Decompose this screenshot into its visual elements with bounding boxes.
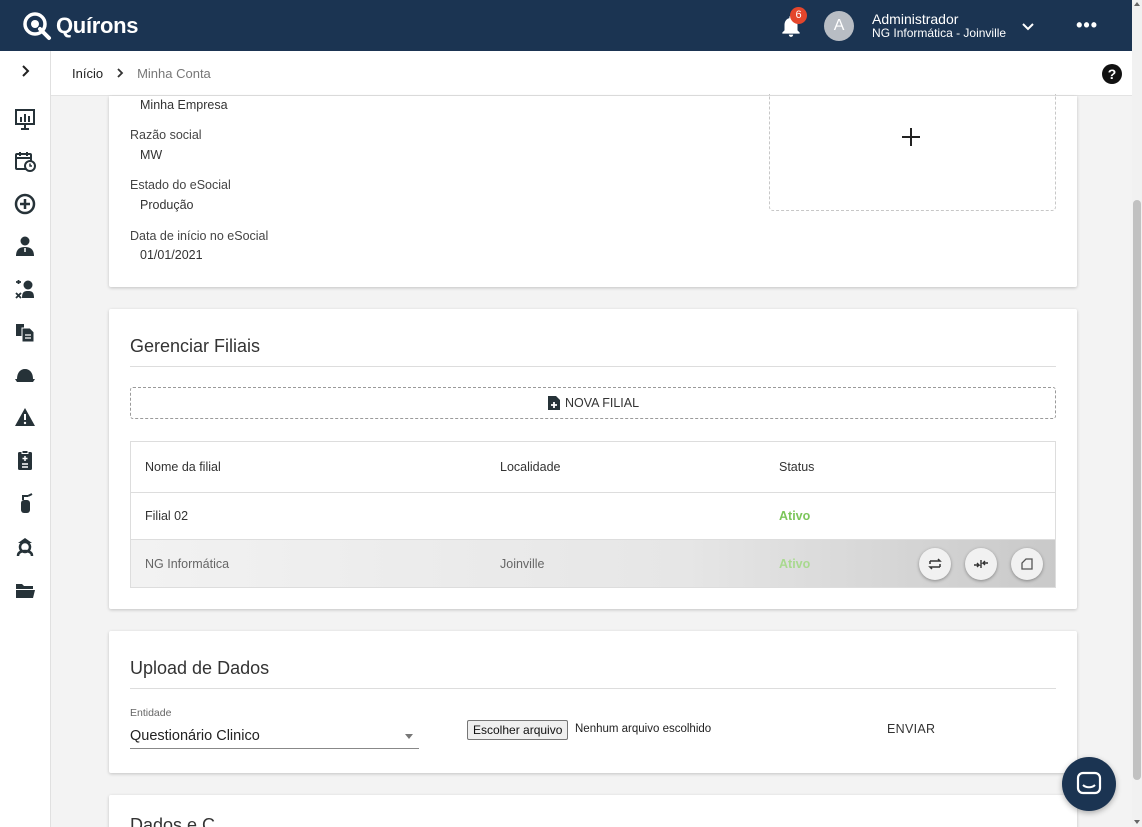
doctor-icon (16, 236, 34, 256)
next-section-card: Dados e C... (109, 795, 1077, 827)
scrollbar-thumb[interactable] (1133, 200, 1141, 780)
caret-down-icon (405, 734, 413, 739)
merge-button[interactable] (965, 548, 997, 580)
branch-name: Filial 02 (145, 509, 189, 523)
file-copy-icon (16, 324, 35, 343)
sidebar-item-risks[interactable] (12, 404, 38, 430)
chevron-right-icon (117, 68, 124, 78)
row-actions (919, 548, 1043, 580)
branch-name: NG Informática (145, 556, 230, 571)
hard-hat-icon (15, 369, 35, 382)
sidebar-item-dashboard[interactable] (12, 106, 38, 132)
divider (130, 366, 1056, 367)
choose-file-button[interactable]: Escolher arquivo (467, 720, 569, 740)
table-row[interactable]: Filial 02 Ativo (131, 493, 1055, 540)
sidebar-item-doctor[interactable] (12, 233, 38, 259)
clipboard-icon (18, 450, 32, 470)
entity-selected-value: Questionário Clinico (130, 727, 260, 744)
notification-badge: 6 (790, 6, 808, 24)
entity-select[interactable]: Questionário Clinico (130, 723, 419, 749)
plus-circle-icon (14, 193, 36, 215)
sidebar-item-extinguisher[interactable] (12, 490, 38, 516)
breadcrumb-current: Minha Conta (137, 65, 211, 81)
avatar[interactable]: A (824, 10, 855, 41)
user-info[interactable]: Administrador NG Informática - Joinville (872, 12, 1006, 40)
user-tools-icon (15, 280, 34, 299)
document-outline-icon (1021, 558, 1033, 570)
brand-icon (22, 11, 52, 41)
scroll-up-arrow-icon[interactable] (1134, 2, 1140, 6)
sidebar-item-safety[interactable] (12, 362, 38, 388)
upload-card: Upload de Dados Entidade Questionário Cl… (109, 631, 1077, 773)
brand-logo[interactable]: Quírons (22, 11, 139, 41)
more-menu-button[interactable]: ••• (1076, 15, 1098, 36)
brand-name: Quírons (56, 12, 139, 38)
warning-icon (15, 408, 35, 426)
next-section-title: Dados e C... (130, 815, 231, 827)
copy-button[interactable] (1011, 548, 1043, 580)
user-org: NG Informática - Joinville (872, 25, 1007, 40)
top-right-controls: 6 A Administrador NG Informática - Joinv… (778, 0, 1132, 51)
sidebar-item-documents[interactable] (12, 319, 38, 345)
company-name-value: Minha Empresa (140, 98, 228, 112)
top-bar: Quírons 6 A Administrador NG Informática… (0, 0, 1132, 51)
help-button[interactable]: ? (1102, 64, 1122, 84)
chevron-down-icon[interactable] (1020, 18, 1036, 34)
table-row[interactable]: NG Informática Joinville Ativo (131, 540, 1055, 587)
new-branch-button[interactable]: NOVA FILIAL (130, 387, 1056, 419)
branches-table: Nome da filial Localidade Status Filial … (130, 441, 1056, 588)
esocial-state-label: Estado do eSocial (130, 178, 231, 192)
razao-social-label: Razão social (130, 128, 202, 142)
esocial-state-value: Produção (140, 198, 194, 212)
fire-extinguisher-icon (21, 493, 33, 513)
calendar-clock-icon (15, 152, 36, 172)
send-button[interactable]: ENVIAR (887, 722, 935, 736)
page-scrollbar[interactable] (1132, 0, 1142, 827)
sidebar-item-calendar[interactable] (12, 148, 38, 174)
branch-status: Ativo (779, 556, 811, 571)
chat-launcher-button[interactable] (1062, 757, 1116, 811)
column-header-name[interactable]: Nome da filial (145, 442, 221, 492)
entity-label: Entidade (130, 707, 172, 719)
chat-icon (1076, 771, 1102, 795)
user-name: Administrador (872, 10, 959, 27)
new-branch-label: NOVA FILIAL (564, 396, 640, 410)
table-header: Nome da filial Localidade Status (131, 442, 1055, 493)
file-status: Nenhum arquivo escolhido (575, 723, 712, 735)
sidebar-item-health-exams[interactable] (12, 276, 38, 302)
branch-location: Joinville (500, 556, 545, 571)
company-info-card: Minha Empresa Razão social MW Estado do … (109, 94, 1077, 287)
nurse-icon (16, 538, 34, 557)
logo-upload-dropzone[interactable] (769, 94, 1056, 211)
sidebar-item-nurse[interactable] (12, 533, 38, 559)
branches-card: Gerenciar Filiais NOVA FILIAL Nome da fi… (109, 309, 1077, 609)
presentation-chart-icon (15, 109, 35, 130)
esocial-start-label: Data de início no eSocial (130, 229, 269, 243)
divider (130, 688, 1056, 689)
sidebar-item-folders[interactable] (12, 577, 38, 603)
column-header-status[interactable]: Status (779, 442, 814, 492)
breadcrumb-home-link[interactable]: Início (72, 66, 103, 81)
file-plus-icon (547, 396, 560, 410)
scroll-down-arrow-icon[interactable] (1134, 820, 1140, 824)
notifications-button[interactable]: 6 (778, 6, 808, 39)
merge-arrows-icon (974, 560, 988, 568)
sidebar-item-add[interactable] (12, 191, 38, 217)
swap-arrows-icon (928, 558, 942, 570)
folder-open-icon (16, 584, 35, 598)
chevron-right-icon[interactable] (18, 63, 34, 79)
razao-social-value: MW (140, 148, 163, 162)
column-header-location[interactable]: Localidade (500, 442, 560, 492)
breadcrumb: Início Minha Conta ? (51, 51, 1132, 96)
branches-title: Gerenciar Filiais (130, 336, 261, 356)
esocial-start-value: 01/01/2021 (140, 248, 203, 262)
sidebar-item-clipboard[interactable] (12, 447, 38, 473)
transfer-button[interactable] (919, 548, 951, 580)
sidebar (0, 51, 51, 827)
plus-icon (902, 128, 920, 146)
upload-title: Upload de Dados (130, 658, 270, 678)
branch-status: Ativo (779, 509, 811, 523)
